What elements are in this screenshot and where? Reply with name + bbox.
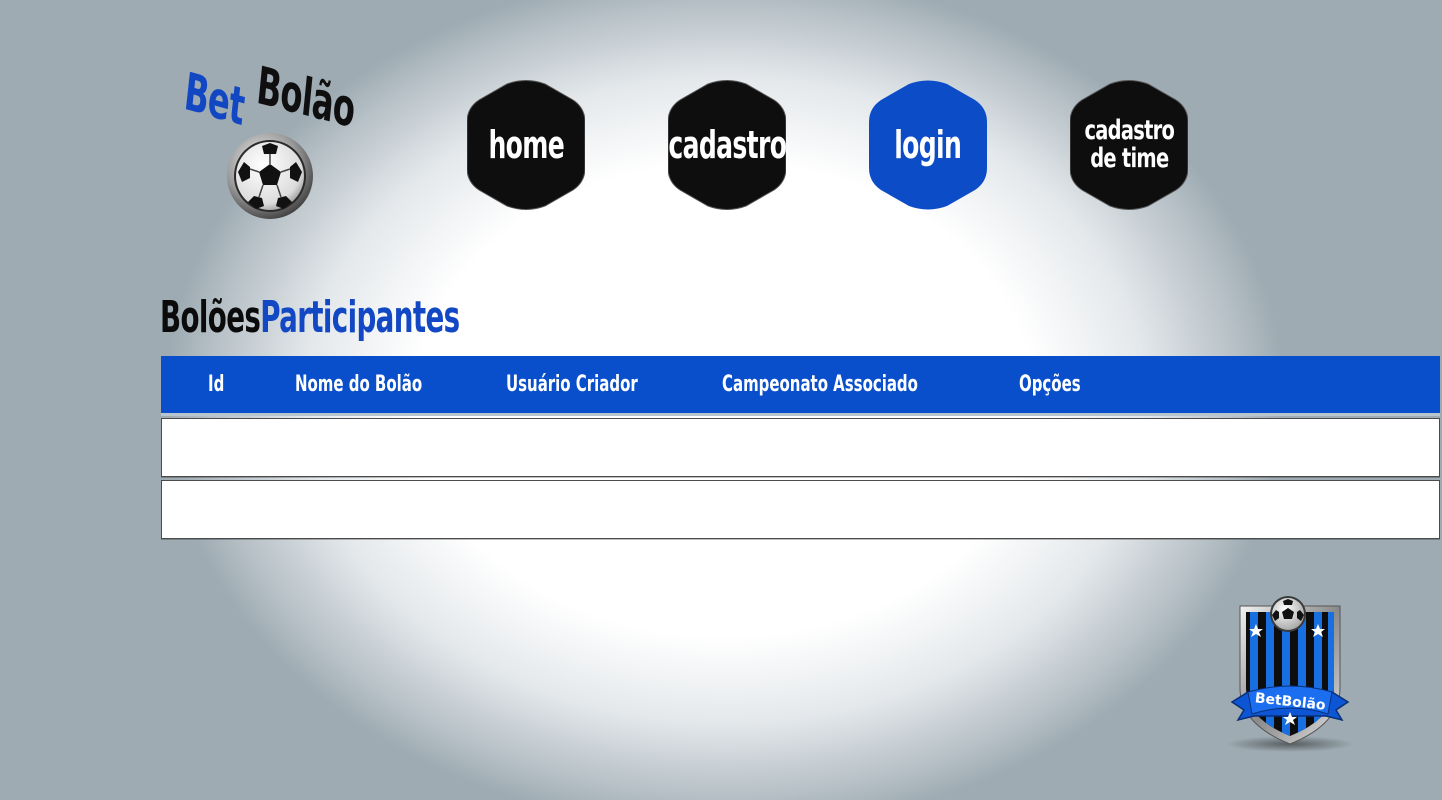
column-header-opcoes: Opções <box>1019 372 1081 397</box>
nav-cadastro-button[interactable]: cadastro <box>668 80 787 210</box>
nav-cadastro-time-label-line1: cadastro <box>1084 115 1174 146</box>
table-row[interactable] <box>161 480 1440 539</box>
logo-wordmark: Bet Bolão <box>178 56 388 140</box>
table-row[interactable] <box>161 418 1440 477</box>
logo-bet-text: Bet <box>181 62 248 138</box>
nav-cadastro-time-label-line2: de time <box>1089 143 1169 174</box>
table-header: Id Nome do Bolão Usuário Criador Campeon… <box>161 356 1440 416</box>
page-title: BolõesParticipantes <box>160 292 460 348</box>
page-title-part2: Participantes <box>260 292 460 343</box>
nav-cadastro-label: cadastro <box>668 123 787 167</box>
nav-login-label: login <box>894 123 963 167</box>
logo-bolao-text: Bolão <box>254 56 358 141</box>
nav-home-button[interactable]: home <box>467 80 585 210</box>
betbolao-shield-badge: BetBolão <box>1226 596 1354 752</box>
column-header-nome-do-bolao: Nome do Bolão <box>295 372 423 397</box>
logo[interactable]: Bet Bolão <box>178 56 388 226</box>
nav-login-button[interactable]: login <box>869 80 987 210</box>
nav-cadastro-de-time-button[interactable]: cadastro de time <box>1070 80 1188 210</box>
soccer-ball-icon <box>227 133 313 219</box>
page-title-part1: Bolões <box>160 292 261 343</box>
nav-home-label: home <box>488 123 564 167</box>
column-header-usuario-criador: Usuário Criador <box>506 372 638 397</box>
column-header-id: Id <box>208 372 225 397</box>
column-header-campeonato-associado: Campeonato Associado <box>722 372 918 397</box>
